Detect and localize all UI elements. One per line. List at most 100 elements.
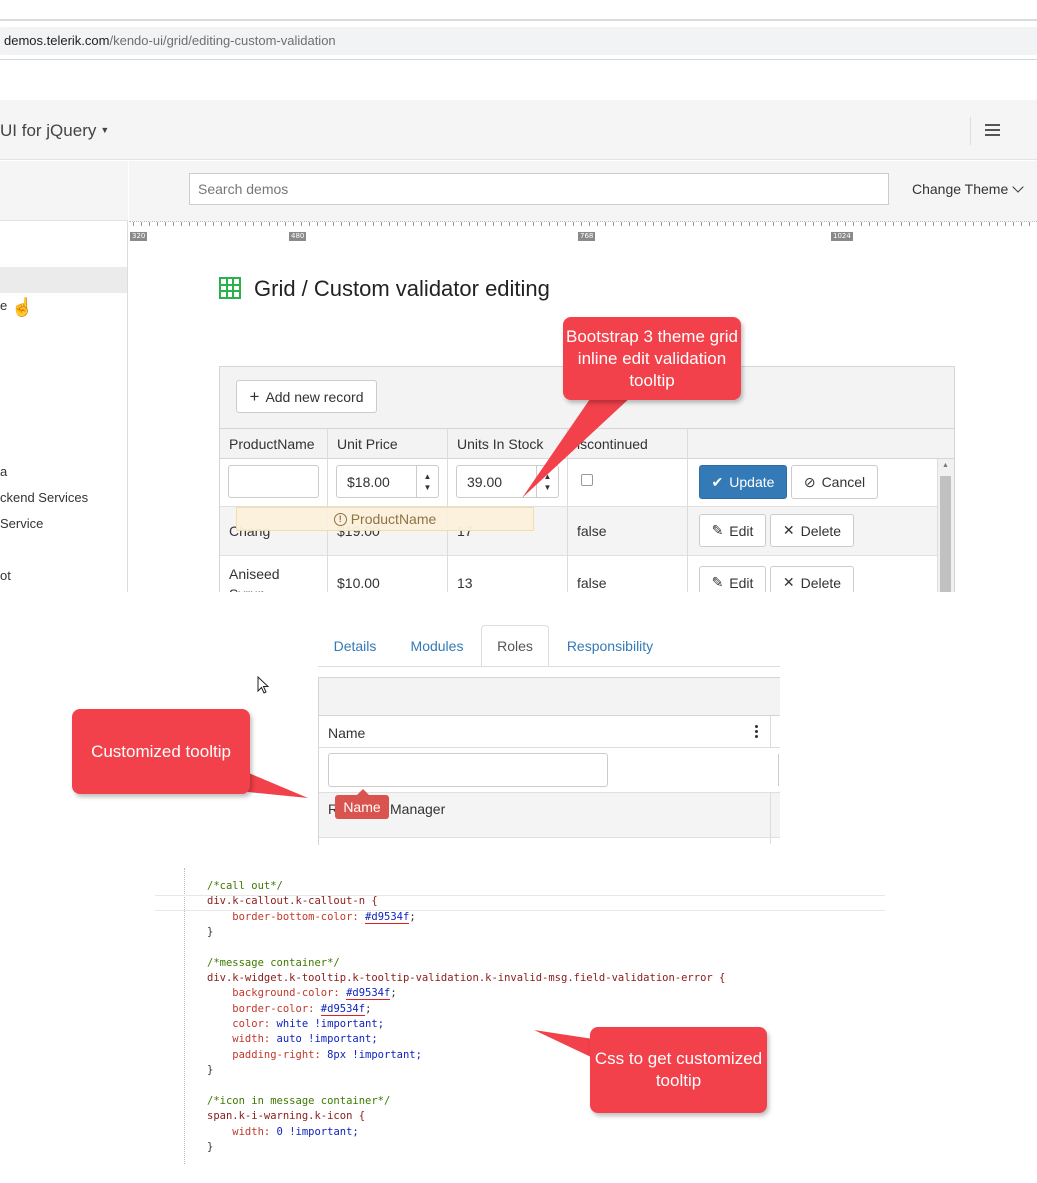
ruler-label[interactable]: 768	[578, 232, 596, 241]
scrollbar-thumb[interactable]	[940, 476, 951, 592]
ruler-tick	[325, 222, 326, 226]
ruler-tick	[405, 222, 406, 226]
ruler-tick	[885, 222, 886, 226]
url-domain: demos.telerik.com	[4, 33, 110, 48]
ruler-tick	[333, 222, 334, 226]
units-in-stock-input[interactable]: 39.00 ▲ ▼	[456, 465, 559, 498]
ruler-tick	[509, 222, 510, 226]
ruler-tick	[133, 222, 134, 226]
ruler-tick	[973, 222, 974, 226]
role-name-input[interactable]	[328, 753, 608, 787]
next-cell-edge	[778, 754, 779, 786]
ruler-tick	[733, 222, 734, 226]
ruler-tick	[213, 222, 214, 226]
ruler-tick	[653, 222, 654, 226]
ruler-tick	[565, 222, 566, 226]
add-new-record-label: Add new record	[265, 388, 364, 405]
ruler-tick	[933, 222, 934, 226]
search-input[interactable]	[189, 173, 889, 205]
address-url[interactable]: demos.telerik.com/kendo-ui/grid/editing-…	[4, 33, 336, 48]
ruler-label[interactable]: 320	[130, 232, 148, 241]
ruler-tick	[245, 222, 246, 226]
ruler-tick	[661, 222, 662, 226]
discontinued-checkbox[interactable]	[581, 474, 593, 486]
code-token: #d9534f	[320, 1002, 366, 1016]
cancel-button[interactable]: ⊘ Cancel	[791, 465, 878, 499]
column-header-units-in-stock[interactable]: Units In Stock	[457, 436, 543, 452]
column-header-discontinued[interactable]: iscontinued	[577, 436, 648, 452]
ruler-tick	[157, 222, 158, 226]
code-token: border-bottom-color:	[207, 910, 366, 923]
plus-icon: +	[249, 386, 260, 406]
update-label: Update	[729, 474, 775, 490]
css-code-block: /*call out*/div.k-callout.k-callout-n { …	[207, 879, 725, 1155]
code-token: #d9534f	[365, 910, 410, 924]
tab-modules[interactable]: Modules	[398, 625, 476, 667]
update-button[interactable]: ✔ Update	[699, 465, 787, 499]
code-line: border-color: #d9534f;	[207, 1002, 725, 1017]
change-theme-button[interactable]: Change Theme	[912, 181, 1024, 197]
tab-roles[interactable]: Roles	[481, 625, 549, 667]
units-in-stock-spinner[interactable]: ▲ ▼	[536, 466, 558, 497]
chevron-down-icon	[1012, 181, 1024, 193]
ruler-label[interactable]: 480	[289, 232, 307, 241]
sidebar-item[interactable]: Service	[0, 516, 43, 531]
scroll-up-icon[interactable]: ▲	[942, 462, 949, 469]
productname-input[interactable]	[228, 465, 319, 498]
ruler-tick	[813, 222, 814, 226]
unit-price-input[interactable]: $18.00 ▲ ▼	[336, 465, 439, 498]
ruler-tick	[269, 222, 270, 226]
code-line: /*call out*/	[207, 880, 283, 892]
sidebar-item[interactable]: ot	[0, 568, 11, 583]
ruler-tick	[869, 222, 870, 226]
code-token: 0 !important;	[276, 1125, 359, 1138]
code-token: padding-right:	[207, 1048, 328, 1061]
sidebar-item[interactable]: ckend Services	[0, 490, 88, 505]
code-token: border-color:	[207, 1002, 321, 1015]
ruler-tick	[749, 222, 750, 226]
hamburger-menu-icon[interactable]	[985, 124, 1000, 139]
ruler-tick	[645, 222, 646, 226]
ruler-tick	[517, 222, 518, 226]
tab-details[interactable]: Details	[320, 625, 390, 667]
ruler-tick	[957, 222, 958, 226]
ruler-tick	[373, 222, 374, 226]
column-header-name[interactable]: Name	[328, 725, 365, 741]
code-token: background-color:	[207, 987, 347, 1000]
ruler-tick	[469, 222, 470, 226]
ruler-tick	[917, 222, 918, 226]
ruler-tick	[605, 222, 606, 226]
ruler-tick	[829, 222, 830, 226]
column-header-productname[interactable]: ProductName	[229, 436, 315, 452]
add-new-record-button[interactable]: + Add new record	[236, 380, 377, 413]
ruler-tick	[685, 222, 686, 226]
code-token: width:	[207, 1125, 277, 1138]
crop-edge	[319, 844, 780, 854]
ruler-tick	[277, 222, 278, 226]
column-menu-icon[interactable]	[755, 725, 759, 740]
unit-price-spinner[interactable]: ▲ ▼	[416, 466, 438, 497]
delete-label: Delete	[800, 522, 842, 539]
sidebar-item[interactable]: e	[0, 298, 7, 313]
tab-responsibility[interactable]: Responsibility	[556, 625, 664, 667]
delete-button[interactable]: ✕ Delete	[770, 514, 854, 547]
sidebar-item-active[interactable]	[0, 267, 127, 293]
ruler-tick	[741, 222, 742, 226]
sidebar-item[interactable]: a	[0, 464, 7, 479]
url-path: /kendo-ui/grid/editing-custom-validation	[109, 33, 336, 48]
ruler-label[interactable]: 1024	[831, 232, 853, 241]
ruler-tick	[861, 222, 862, 226]
ruler-tick	[165, 222, 166, 226]
edit-label: Edit	[729, 574, 754, 591]
units-in-stock-value: 39.00	[467, 473, 503, 490]
ruler-tick	[461, 222, 462, 226]
hand-pointer-cursor-icon: ☝	[11, 297, 34, 317]
ruler-tick	[837, 222, 838, 226]
ruler-tick	[189, 222, 190, 226]
ruler-tick	[341, 222, 342, 226]
column-header-unit-price[interactable]: Unit Price	[337, 436, 398, 452]
ruler-tick	[965, 222, 966, 226]
ruler-tick	[493, 222, 494, 226]
product-menu[interactable]: UI for jQuery ▼	[0, 121, 109, 141]
edit-button[interactable]: ✎ Edit	[699, 514, 766, 547]
